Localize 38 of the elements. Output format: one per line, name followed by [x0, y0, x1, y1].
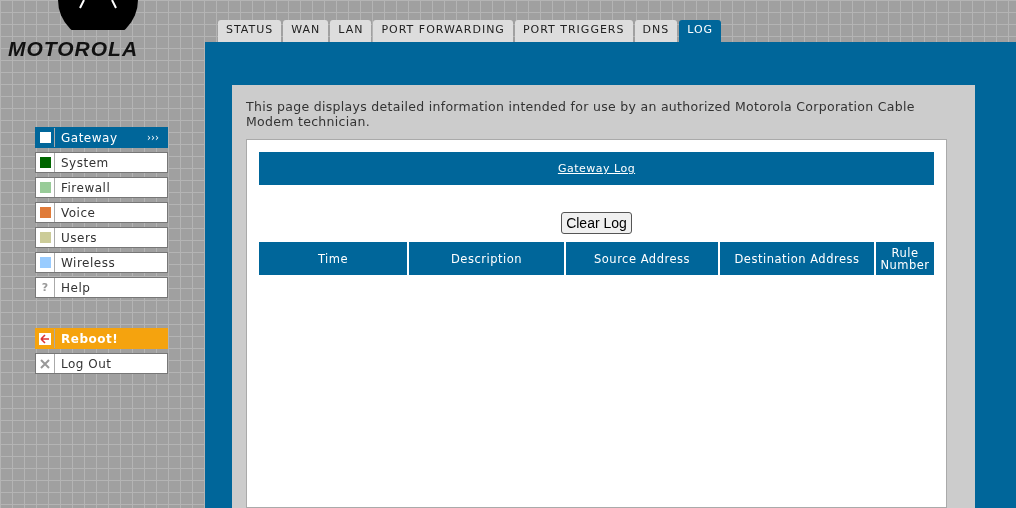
sidebar-item[interactable]: Wireless [35, 252, 168, 273]
sidebar-label: Wireless [60, 255, 117, 270]
tab[interactable]: PORT TRIGGERS [514, 20, 633, 42]
sidebar-item[interactable]: Firewall [35, 177, 168, 198]
sidebar-label: Users [60, 230, 99, 245]
action-label: Reboot! [60, 331, 120, 346]
sidebar-item[interactable]: Voice [35, 202, 168, 223]
tab[interactable]: LOG [679, 20, 722, 42]
sidebar-item[interactable]: ? Help [35, 277, 168, 298]
tab[interactable]: STATUS [218, 20, 282, 42]
column-header: Description [409, 242, 564, 275]
sidebar-item[interactable]: Gateway ››› [35, 127, 168, 148]
chevrons: ››› [147, 132, 159, 143]
sidebar-label: System [60, 155, 110, 170]
tab[interactable]: WAN [283, 20, 329, 42]
clear-log-button[interactable]: Clear Log [561, 212, 632, 234]
tab[interactable]: LAN [330, 20, 372, 42]
action-label: Log Out [60, 356, 113, 371]
sidebar-item[interactable]: Users [35, 227, 168, 248]
sidebar-label: Help [60, 280, 92, 295]
column-header: Time [259, 242, 407, 275]
intro-text: This page displays detailed information intended for use by an authorized Motorola Corporation Cable Modem technician. [246, 99, 916, 129]
column-header: Rule Number [876, 242, 934, 275]
sidebar-label: Gateway [60, 130, 119, 145]
back-arrow-icon [39, 332, 51, 345]
sidebar-label: Voice [60, 205, 97, 220]
tab[interactable]: PORT FORWARDING [373, 20, 513, 42]
sidebar-label: Firewall [60, 180, 112, 195]
logo-text: MOTOROLA [8, 37, 140, 61]
help-icon: ? [41, 281, 49, 294]
sidebar-item[interactable]: System [35, 152, 168, 173]
close-icon [40, 358, 50, 369]
tab[interactable]: DNS [634, 20, 678, 42]
gateway-log-link[interactable]: Gateway Log [557, 162, 636, 175]
column-header: Destination Address [720, 242, 874, 275]
action-item[interactable]: Log Out [35, 353, 168, 374]
column-header: Source Address [566, 242, 718, 275]
logo-icon [58, 0, 138, 30]
